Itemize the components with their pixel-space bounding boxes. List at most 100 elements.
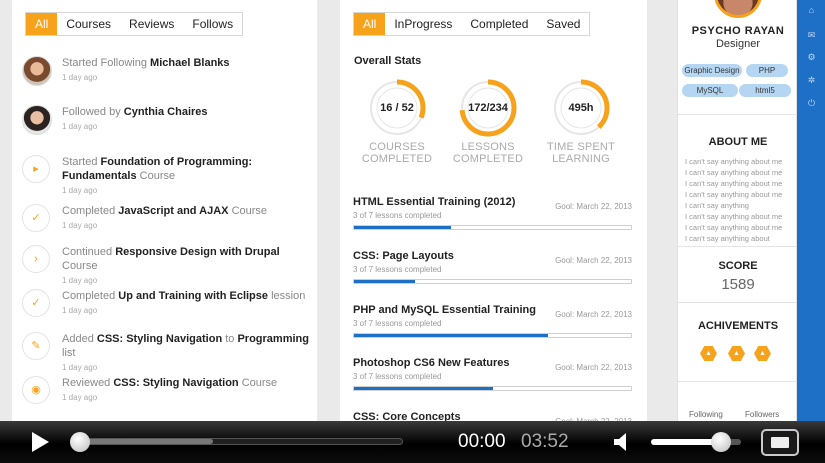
stat-label: COURSES COMPLETED xyxy=(352,141,442,165)
activity-target-link[interactable]: JavaScript and AJAX xyxy=(118,205,228,217)
check-icon: ✓ xyxy=(22,289,50,317)
stat-label-line: COMPLETED xyxy=(452,153,524,165)
stat-label-line: LEARNING xyxy=(552,153,610,165)
score-value: 1589 xyxy=(721,276,755,293)
course-progress-bar xyxy=(353,279,632,284)
stat-lessons: 172/234 LESSONS COMPLETED xyxy=(443,78,533,165)
activity-text: Started Foundation of Programming: Funda… xyxy=(62,155,312,197)
activity-suffix: Course xyxy=(228,205,268,217)
course-progress-fill xyxy=(354,334,548,337)
activity-verb: Added xyxy=(62,333,97,345)
stat-label-line: LESSONS xyxy=(461,141,515,153)
course-goal: Gool: March 22, 2013 xyxy=(555,202,632,211)
seek-knob[interactable] xyxy=(70,432,90,452)
stat-label: LESSONS COMPLETED xyxy=(443,141,533,165)
activity-target-link[interactable]: Up and Training with Eclipse xyxy=(118,290,268,302)
fullscreen-icon xyxy=(771,437,789,448)
activity-target-link[interactable]: Responsive Design with Drupal xyxy=(115,246,279,258)
course-progress-text: 3 of 7 lessons completed xyxy=(353,319,442,328)
course-item[interactable]: HTML Essential Training (2012) Gool: Marc… xyxy=(353,195,632,230)
activity-suffix: Course xyxy=(238,377,278,389)
gear-icon[interactable]: ⚙ xyxy=(806,52,817,62)
activity-target-link[interactable]: CSS: Styling Navigation xyxy=(113,377,238,389)
achievements-title: ACHIVEMENTS xyxy=(697,320,779,332)
seek-bar[interactable] xyxy=(70,432,403,452)
activity-text: Added CSS: Styling Navigation to Program… xyxy=(62,332,312,374)
skill-chip[interactable]: html5 xyxy=(739,84,791,97)
avatar[interactable] xyxy=(22,56,52,86)
about-line: I can't say anything about me xyxy=(685,190,783,199)
tab-saved[interactable]: Saved xyxy=(537,13,589,35)
activity-tabs: All Courses Reviews Follows xyxy=(25,12,244,36)
course-goal: Gool: March 22, 2013 xyxy=(555,363,632,372)
course-item[interactable]: Photoshop CS6 New Features Gool: March 22… xyxy=(353,356,632,391)
activity-text: Completed Up and Training with Eclipse l… xyxy=(62,289,312,317)
about-line: I can't say anything xyxy=(685,201,749,210)
skill-chip[interactable]: MySQL xyxy=(682,84,738,97)
chevron-right-icon: › xyxy=(22,245,50,273)
volume-icon[interactable] xyxy=(613,431,635,453)
activity-text: Reviewed CSS: Styling Navigation Course 1… xyxy=(62,376,312,404)
volume-slider[interactable] xyxy=(651,432,741,452)
activity-target-link[interactable]: Cynthia Chaires xyxy=(124,106,208,118)
tab-follows[interactable]: Follows xyxy=(183,13,242,35)
activity-verb: Continued xyxy=(62,246,116,258)
tab-inprogress[interactable]: InProgress xyxy=(385,13,461,35)
activity-connector: to xyxy=(222,333,238,345)
activity-suffix: lession xyxy=(268,290,306,302)
volume-knob[interactable] xyxy=(711,432,731,452)
play-icon[interactable] xyxy=(29,431,51,453)
activity-time: 1 day ago xyxy=(62,363,98,372)
current-time: 00:00 xyxy=(458,431,506,452)
activity-verb: Started xyxy=(62,156,101,168)
stat-label: TIME SPENT LEARNING xyxy=(536,141,626,165)
profile-role: Designer xyxy=(715,38,761,50)
course-goal: Gool: March 22, 2013 xyxy=(555,310,632,319)
about-line: I can't say anything about me xyxy=(685,168,783,177)
course-item[interactable]: PHP and MySQL Essential Training Gool: Ma… xyxy=(353,303,632,338)
activity-target-link[interactable]: Programming xyxy=(237,333,309,345)
overall-stats-title: Overall Stats xyxy=(354,55,422,67)
side-toolbar: ⌂ ✉ ⚙ ✲ ⏻ xyxy=(797,0,825,421)
stats-panel: All InProgress Completed Saved Overall S… xyxy=(340,0,647,426)
activity-verb: Completed xyxy=(62,205,119,217)
tab-courses[interactable]: Courses xyxy=(57,13,120,35)
buffered-bar xyxy=(71,439,214,444)
followers-label[interactable]: Followers xyxy=(745,410,779,419)
avatar[interactable] xyxy=(22,105,52,135)
about-line: I can't say anything about me xyxy=(685,212,783,221)
activity-suffix: list xyxy=(62,347,76,359)
divider xyxy=(678,114,798,115)
activity-time: 1 day ago xyxy=(62,393,98,402)
settings-icon[interactable]: ✲ xyxy=(806,75,817,85)
tab-reviews[interactable]: Reviews xyxy=(120,13,183,35)
activity-target-link[interactable]: CSS: Styling Navigation xyxy=(97,333,222,345)
home-icon[interactable]: ⌂ xyxy=(806,5,817,15)
eye-icon: ◉ xyxy=(22,376,50,404)
tab-all[interactable]: All xyxy=(26,13,58,35)
course-progress-bar xyxy=(353,225,632,230)
skill-chip[interactable]: PHP xyxy=(746,64,788,77)
skill-chip[interactable]: Graphic Design xyxy=(682,64,742,77)
tab-all[interactable]: All xyxy=(354,13,386,35)
stat-value: 16 / 52 xyxy=(380,102,414,114)
activity-text: Continued Responsive Design with Drupal … xyxy=(62,245,312,287)
course-goal: Gool: March 22, 2013 xyxy=(555,256,632,265)
activity-target-link[interactable]: Michael Blanks xyxy=(150,57,229,69)
message-icon[interactable]: ✉ xyxy=(806,30,817,40)
badge-icon: ▲ xyxy=(700,346,717,361)
divider xyxy=(678,302,798,303)
about-line: I can't say anything about me xyxy=(685,223,783,232)
fullscreen-button[interactable] xyxy=(761,429,799,456)
tab-completed[interactable]: Completed xyxy=(461,13,537,35)
activity-text: Completed JavaScript and AJAX Course 1 da… xyxy=(62,204,312,232)
following-label[interactable]: Following xyxy=(689,410,723,419)
activity-time: 1 day ago xyxy=(62,186,98,195)
course-item[interactable]: CSS: Page Layouts Gool: March 22, 2013 3 o… xyxy=(353,249,632,284)
course-progress-text: 3 of 7 lessons completed xyxy=(353,265,442,274)
divider xyxy=(678,381,798,382)
about-line: I can't say anything about me xyxy=(685,157,783,166)
about-title: ABOUT ME xyxy=(708,136,768,148)
power-icon[interactable]: ⏻ xyxy=(806,98,817,108)
about-line: I can't say anything about xyxy=(685,234,770,243)
